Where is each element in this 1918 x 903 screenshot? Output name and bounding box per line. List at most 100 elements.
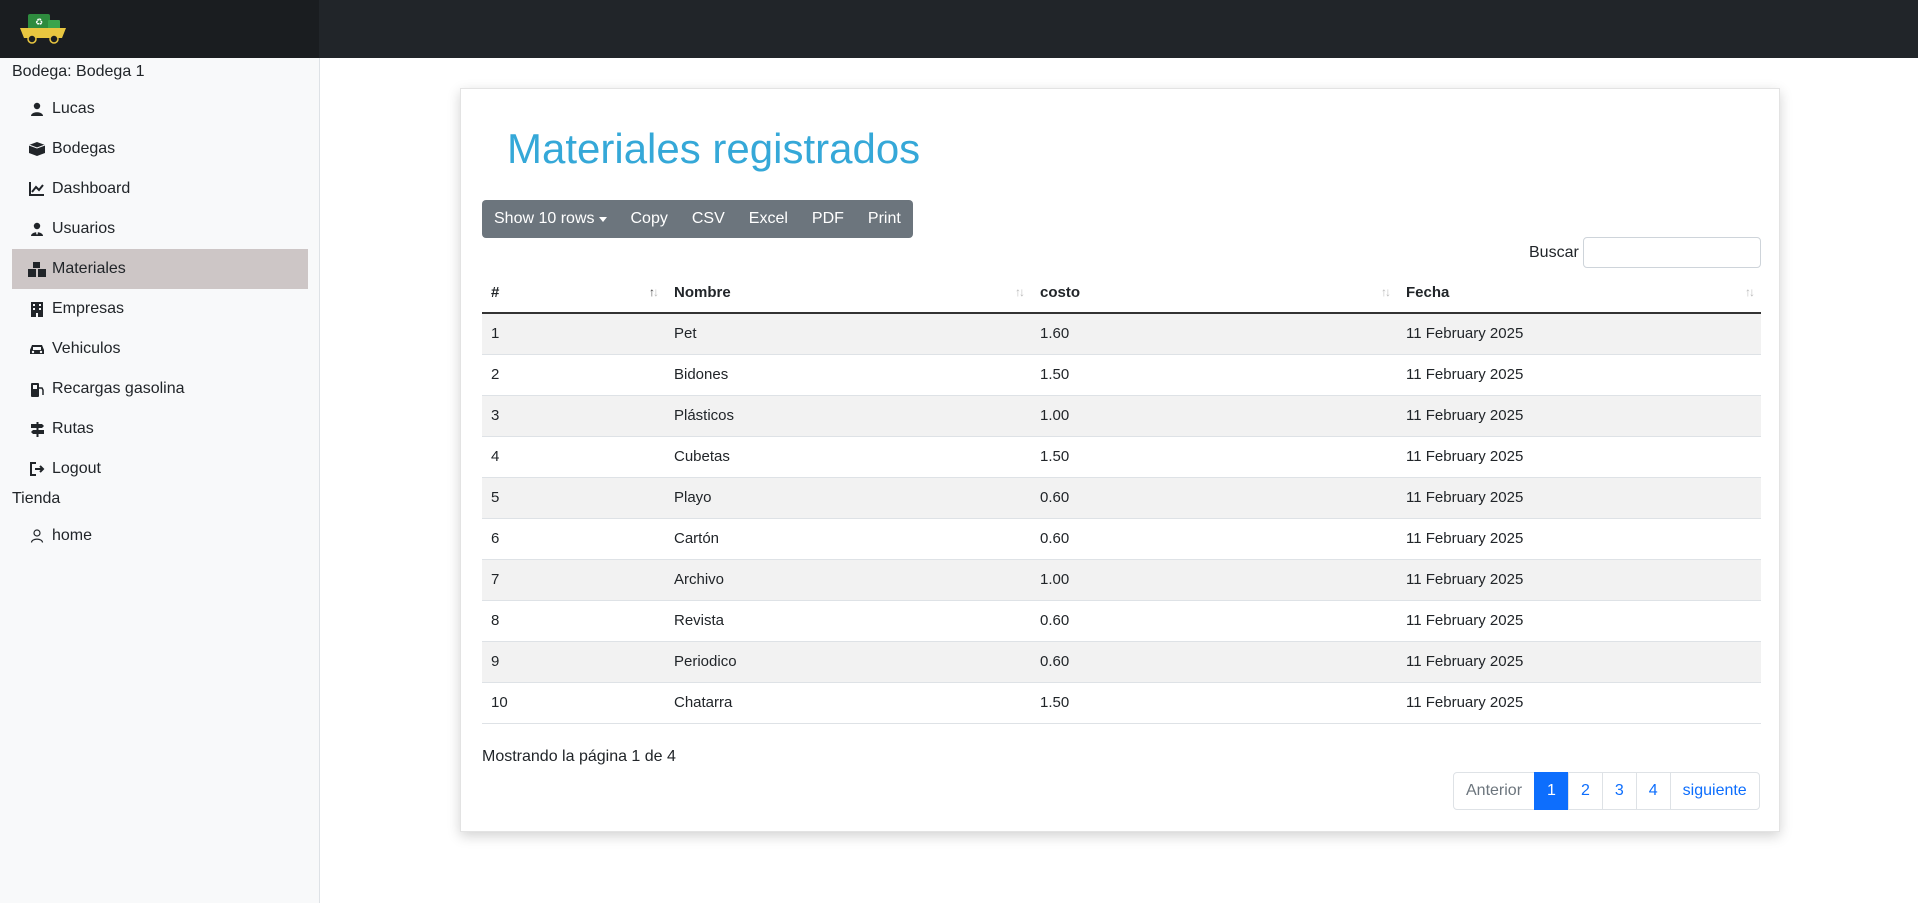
cell-nombre: Plásticos bbox=[665, 395, 1031, 437]
sidebar-item-label: Usuarios bbox=[52, 220, 116, 237]
pdf-button[interactable]: PDF bbox=[800, 200, 856, 238]
sidebar-item-empresas[interactable]: Empresas bbox=[12, 289, 308, 329]
sidebar-item-label: Rutas bbox=[52, 420, 94, 437]
cell-fecha: 11 February 2025 bbox=[1397, 518, 1761, 560]
cell-number: 9 bbox=[482, 641, 665, 683]
chart-line-icon bbox=[28, 181, 46, 197]
cell-nombre: Playo bbox=[665, 477, 1031, 519]
sidebar-item-usuarios[interactable]: Usuarios bbox=[12, 209, 308, 249]
cell-number: 6 bbox=[482, 518, 665, 560]
cell-nombre: Revista bbox=[665, 600, 1031, 642]
cell-costo: 1.00 bbox=[1031, 395, 1397, 437]
table-row: 7 Archivo 1.00 11 February 2025 bbox=[482, 559, 1761, 601]
sign-out-icon bbox=[28, 461, 46, 477]
cell-number: 4 bbox=[482, 436, 665, 478]
copy-button[interactable]: Copy bbox=[619, 200, 680, 238]
pagination-page-4[interactable]: 4 bbox=[1635, 772, 1671, 810]
cell-number: 8 bbox=[482, 600, 665, 642]
sidebar-section-tienda: Tienda bbox=[12, 490, 61, 507]
cell-fecha: 11 February 2025 bbox=[1397, 477, 1761, 519]
sidebar-item-label: Materiales bbox=[52, 260, 126, 277]
cell-nombre: Periodico bbox=[665, 641, 1031, 683]
sidebar-section-bodega: Bodega: Bodega 1 bbox=[12, 63, 145, 80]
table-row: 2 Bidones 1.50 11 February 2025 bbox=[482, 354, 1761, 396]
cell-fecha: 11 February 2025 bbox=[1397, 313, 1761, 355]
pagination-page-3[interactable]: 3 bbox=[1601, 772, 1637, 810]
table-body: 1 Pet 1.60 11 February 2025 2 Bidones 1.50 11 … bbox=[482, 313, 1761, 724]
cell-fecha: 11 February 2025 bbox=[1397, 641, 1761, 683]
column-header-label: Fecha bbox=[1406, 284, 1450, 301]
cell-costo: 0.60 bbox=[1031, 477, 1397, 519]
sidebar: Bodega: Bodega 1 Lucas Bodegas Dashboard… bbox=[0, 58, 320, 903]
cell-costo: 1.50 bbox=[1031, 682, 1397, 724]
top-navbar: ♻ bbox=[0, 0, 1918, 58]
column-header-label: # bbox=[491, 284, 500, 301]
cell-number: 3 bbox=[482, 395, 665, 437]
csv-button[interactable]: CSV bbox=[680, 200, 737, 238]
sidebar-item-bodegas[interactable]: Bodegas bbox=[12, 129, 308, 169]
cell-number: 5 bbox=[482, 477, 665, 519]
table-row: 6 Cartón 0.60 11 February 2025 bbox=[482, 518, 1761, 560]
sidebar-item-home[interactable]: home bbox=[12, 516, 308, 556]
pagination-page-2[interactable]: 2 bbox=[1567, 772, 1603, 810]
cell-number: 10 bbox=[482, 682, 665, 724]
search-input[interactable] bbox=[1583, 237, 1761, 268]
table-row: 5 Playo 0.60 11 February 2025 bbox=[482, 477, 1761, 519]
cell-fecha: 11 February 2025 bbox=[1397, 354, 1761, 396]
cell-costo: 1.60 bbox=[1031, 313, 1397, 355]
sidebar-item-lucas[interactable]: Lucas bbox=[12, 89, 308, 129]
pagination-next[interactable]: siguiente bbox=[1669, 772, 1760, 810]
column-header-number[interactable]: # ↑↓ bbox=[482, 273, 665, 314]
sidebar-item-materiales[interactable]: Materiales bbox=[12, 249, 308, 289]
box-open-icon bbox=[28, 141, 46, 157]
materials-table: # ↑↓ Nombre ↑↓ costo ↑↓ Fecha ↑↓ 1 Pet 1.60 11 … bbox=[482, 273, 1761, 724]
cell-number: 7 bbox=[482, 559, 665, 601]
cell-costo: 1.50 bbox=[1031, 354, 1397, 396]
cell-fecha: 11 February 2025 bbox=[1397, 559, 1761, 601]
user-tie-icon bbox=[28, 221, 46, 237]
cell-nombre: Pet bbox=[665, 313, 1031, 355]
column-header-costo[interactable]: costo ↑↓ bbox=[1031, 273, 1397, 314]
table-row: 4 Cubetas 1.50 11 February 2025 bbox=[482, 436, 1761, 478]
show-rows-dropdown[interactable]: Show 10 rows bbox=[482, 200, 619, 238]
sidebar-item-rutas[interactable]: Rutas bbox=[12, 409, 308, 449]
cell-nombre: Bidones bbox=[665, 354, 1031, 396]
pagination-prev[interactable]: Anterior bbox=[1453, 772, 1536, 810]
user-outline-icon bbox=[28, 528, 46, 544]
sidebar-item-logout[interactable]: Logout bbox=[12, 449, 308, 489]
cell-number: 2 bbox=[482, 354, 665, 396]
sort-icon: ↑↓ bbox=[1745, 285, 1755, 299]
caret-down-icon bbox=[598, 216, 607, 222]
sort-icon: ↑↓ bbox=[649, 285, 659, 299]
export-button-group: Show 10 rows Copy CSV Excel PDF Print bbox=[482, 200, 913, 238]
sidebar-item-vehiculos[interactable]: Vehiculos bbox=[12, 329, 308, 369]
logo-icon[interactable]: ♻ bbox=[18, 12, 68, 44]
gas-pump-icon bbox=[28, 381, 46, 397]
signs-post-icon bbox=[28, 421, 46, 437]
cell-fecha: 11 February 2025 bbox=[1397, 600, 1761, 642]
page-title: Materiales registrados bbox=[507, 125, 921, 172]
show-rows-label: Show 10 rows bbox=[494, 210, 595, 227]
sidebar-item-dashboard[interactable]: Dashboard bbox=[12, 169, 308, 209]
cell-fecha: 11 February 2025 bbox=[1397, 436, 1761, 478]
user-icon bbox=[28, 101, 46, 117]
sidebar-item-label: home bbox=[52, 527, 93, 544]
sidebar-item-recargas[interactable]: Recargas gasolina bbox=[12, 369, 308, 409]
cell-fecha: 11 February 2025 bbox=[1397, 395, 1761, 437]
cell-costo: 0.60 bbox=[1031, 600, 1397, 642]
sidebar-item-label: Recargas gasolina bbox=[52, 380, 185, 397]
sidebar-item-label: Logout bbox=[52, 460, 101, 477]
cell-nombre: Archivo bbox=[665, 559, 1031, 601]
table-row: 8 Revista 0.60 11 February 2025 bbox=[482, 600, 1761, 642]
column-header-fecha[interactable]: Fecha ↑↓ bbox=[1397, 273, 1761, 314]
print-button[interactable]: Print bbox=[856, 200, 913, 238]
sidebar-item-label: Lucas bbox=[52, 100, 95, 117]
excel-button[interactable]: Excel bbox=[737, 200, 800, 238]
materials-card: Materiales registrados Show 10 rows Copy… bbox=[460, 88, 1780, 832]
cell-costo: 0.60 bbox=[1031, 518, 1397, 560]
table-row: 9 Periodico 0.60 11 February 2025 bbox=[482, 641, 1761, 683]
cell-costo: 1.00 bbox=[1031, 559, 1397, 601]
pagination-page-1[interactable]: 1 bbox=[1534, 772, 1569, 810]
table-row: 10 Chatarra 1.50 11 February 2025 bbox=[482, 682, 1761, 724]
column-header-nombre[interactable]: Nombre ↑↓ bbox=[665, 273, 1031, 314]
